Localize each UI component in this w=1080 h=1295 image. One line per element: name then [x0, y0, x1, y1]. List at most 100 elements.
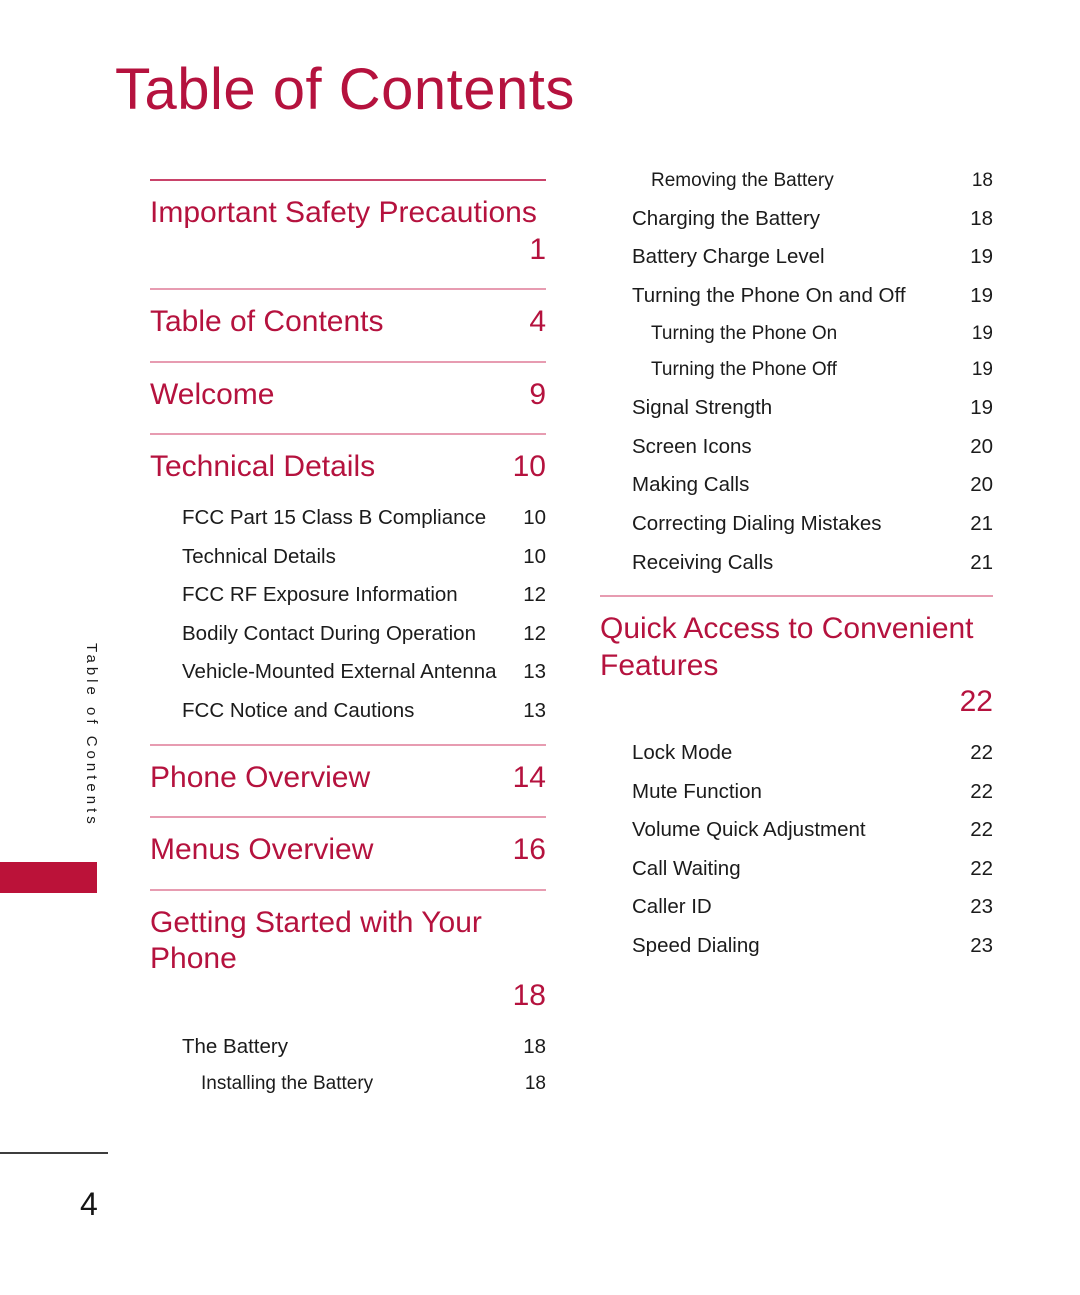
toc-entry-page: 21 [970, 550, 993, 574]
side-tab-label: Table of Contents [83, 642, 100, 828]
toc-entry-label: FCC RF Exposure Information [182, 583, 458, 607]
toc-entry-page: 10 [523, 544, 546, 568]
toc-sub-entry[interactable]: Mute Function 22 [600, 780, 993, 805]
toc-sub-entry[interactable]: Speed Dialing 23 [600, 934, 993, 959]
toc-entry-label: Turning the Phone Off [651, 359, 837, 381]
toc-sub-entry[interactable]: FCC Part 15 Class B Compliance 10 [150, 506, 546, 531]
toc-sub-entry[interactable]: Turning the Phone Off 19 [600, 359, 993, 382]
toc-entry-page: 4 [529, 305, 546, 339]
toc-entry-page: 9 [529, 377, 546, 411]
toc-entry-page: 18 [512, 978, 546, 1012]
toc-chapter-entry[interactable]: Technical Details 10 [150, 449, 546, 486]
toc-chapter-entry[interactable]: Welcome 9 [150, 377, 546, 414]
toc-entry-label: Speed Dialing [632, 933, 760, 957]
toc-sub-entry[interactable]: Signal Strength 19 [600, 396, 993, 421]
toc-chapter-entry[interactable]: Getting Started with Your Phone 18 [150, 905, 546, 1015]
toc-sub-entry[interactable]: Volume Quick Adjustment 22 [600, 818, 993, 843]
toc-sub-entry[interactable]: Screen Icons 20 [600, 435, 993, 460]
toc-entry-label: Technical Details [182, 544, 336, 568]
toc-entry-label: Phone Overview [150, 760, 371, 794]
toc-entry-page: 10 [512, 450, 546, 484]
toc-sub-entry[interactable]: Correcting Dialing Mistakes 21 [600, 512, 993, 537]
toc-entry-page: 22 [970, 856, 993, 880]
toc-sub-entry[interactable]: Vehicle-Mounted External Antenna 13 [150, 660, 546, 685]
toc-sub-entry[interactable]: Lock Mode 22 [600, 741, 993, 766]
toc-sub-entry[interactable]: Receiving Calls 21 [600, 551, 993, 576]
toc-chapter-entry[interactable]: Phone Overview 14 [150, 760, 546, 797]
footer-divider [0, 1152, 108, 1154]
toc-sub-entry[interactable]: FCC Notice and Cautions 13 [150, 699, 546, 724]
toc-chapter-entry[interactable]: Menus Overview 16 [150, 832, 546, 869]
toc-chapter-entry[interactable]: Table of Contents 4 [150, 304, 546, 341]
toc-sub-entry[interactable]: FCC RF Exposure Information 12 [150, 583, 546, 608]
side-tab-marker [0, 862, 97, 893]
toc-entry-page: 23 [970, 933, 993, 957]
toc-chapter-entry[interactable]: Quick Access to Convenient Features 22 [600, 611, 993, 721]
toc-entry-label: Screen Icons [632, 434, 752, 458]
toc-sub-entry[interactable]: Bodily Contact During Operation 12 [150, 622, 546, 647]
toc-entry-label: Quick Access to Convenient Features [600, 612, 974, 682]
toc-entry-page: 13 [523, 698, 546, 722]
toc-sub-entry[interactable]: Caller ID 23 [600, 895, 993, 920]
toc-entry-label: Technical Details [150, 450, 376, 484]
toc-sub-entry[interactable]: Charging the Battery 18 [600, 207, 993, 232]
toc-sub-entry[interactable]: The Battery 18 [150, 1035, 546, 1060]
toc-entry-page: 19 [970, 245, 993, 269]
toc-column-right: Removing the Battery 18 Charging the Batte… [600, 170, 993, 958]
toc-sub-entry[interactable]: Removing the Battery 18 [600, 170, 993, 193]
toc-entry-page: 13 [523, 660, 546, 684]
toc-entry-page: 10 [523, 505, 546, 529]
toc-entry-label: Installing the Battery [201, 1073, 374, 1095]
toc-entry-label: Turning the Phone On and Off [632, 283, 906, 307]
toc-entry-label: Table of Contents [150, 305, 384, 339]
toc-entry-page: 20 [970, 473, 993, 497]
toc-entry-label: Volume Quick Adjustment [632, 818, 866, 842]
toc-sub-entry[interactable]: Turning the Phone On 19 [600, 323, 993, 346]
toc-sub-entry[interactable]: Technical Details 10 [150, 545, 546, 570]
toc-entry-page: 12 [523, 621, 546, 645]
toc-sub-entry[interactable]: Making Calls 20 [600, 473, 993, 498]
toc-sub-entry[interactable]: Battery Charge Level 19 [600, 245, 993, 270]
toc-entry-page: 20 [970, 434, 993, 458]
toc-sub-entry[interactable]: Call Waiting 22 [600, 857, 993, 882]
toc-entry-page: 1 [529, 232, 546, 266]
toc-entry-label: Getting Started with Your Phone [150, 905, 482, 976]
toc-sub-entry[interactable]: Installing the Battery 18 [150, 1073, 546, 1096]
toc-entry-label: Battery Charge Level [632, 245, 825, 269]
toc-entry-page: 19 [971, 322, 993, 344]
toc-sub-entry[interactable]: Turning the Phone On and Off 19 [600, 284, 993, 309]
page-number: 4 [80, 1186, 98, 1222]
toc-entry-label: Signal Strength [632, 396, 773, 420]
toc-chapter-entry[interactable]: Important Safety Precautions 1 [150, 195, 546, 268]
toc-entry-label: Call Waiting [632, 856, 741, 880]
